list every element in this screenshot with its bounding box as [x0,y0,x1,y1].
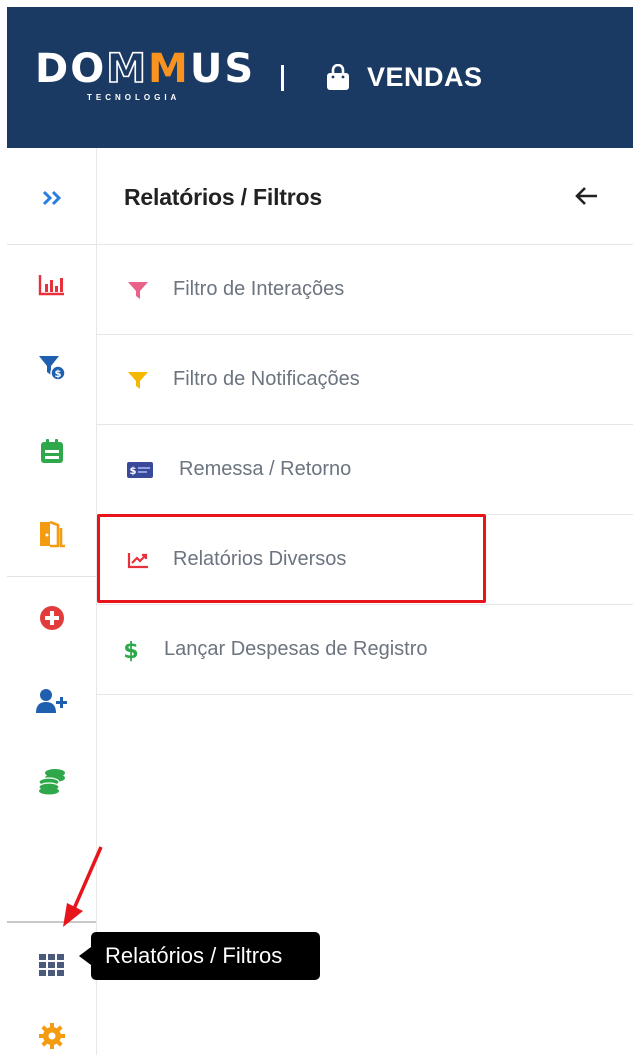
menu-item-lancar-despesas[interactable]: $ Lançar Despesas de Registro [97,605,633,695]
panel-title: Relatórios / Filtros [124,184,322,210]
sidebar-item-finance[interactable] [7,761,96,801]
menu-item-label: Filtro de Notificações [173,368,360,390]
gear-icon [38,1023,65,1049]
menu-item-label: Lançar Despesas de Registro [164,638,428,660]
dommus-logo: DO M M US TECNOLOGIA [35,46,256,102]
back-button[interactable] [567,180,607,212]
sidebar-item-filter-money[interactable]: $ [7,347,96,387]
tooltip-arrow [79,947,91,965]
filter-icon [126,368,150,392]
door-exit-icon [39,520,65,548]
menu-item-label: Remessa / Retorno [179,458,352,480]
app-window: DO M M US TECNOLOGIA VENDAS $ Relatórios… [7,7,633,1055]
svg-text:$: $ [123,639,138,662]
menu-item-filtro-notificacoes[interactable]: Filtro de Notificações [97,335,633,425]
line-chart-icon [126,548,150,572]
logo-subtitle: TECNOLOGIA [87,93,181,102]
user-plus-icon [35,689,67,713]
logo-text-hollow: M [105,46,149,92]
calendar-icon [40,439,63,463]
sidebar-separator [7,244,96,245]
tooltip: Relatórios / Filtros [91,932,320,980]
sidebar-item-reports-chart[interactable] [7,265,96,305]
menu-item-relatorios-diversos[interactable]: Relatórios Diversos [97,515,633,605]
svg-text:$: $ [54,369,61,380]
panel-header: Relatórios / Filtros [97,148,633,245]
app-label: VENDAS [367,62,483,92]
sidebar-expand-button[interactable] [7,178,96,218]
menu-item-label: Relatórios Diversos [173,548,347,570]
grid-icon [38,954,64,976]
menu-item-label: Filtro de Interações [173,278,345,300]
money-card-icon: $ [126,458,154,482]
coins-stack-icon [37,769,65,795]
bar-chart-icon [38,275,64,296]
double-chevron-right-icon [42,190,61,206]
sidebar-item-add-user[interactable] [7,681,96,721]
menu-item-remessa-retorno[interactable]: $ Remessa / Retorno [97,425,633,515]
dollar-icon: $ [119,638,143,662]
logo-text-right: US [189,46,256,92]
reports-filters-panel: Relatórios / Filtros Filtro de Interaçõe… [97,148,633,1055]
svg-text:$: $ [130,466,137,477]
shopping-bag-icon [327,63,349,90]
filter-money-icon: $ [38,356,66,381]
logo-divider [281,65,284,91]
annotation-arrow-icon [63,846,103,927]
sidebar-item-calendar[interactable] [7,431,96,471]
sidebar-item-add[interactable] [7,598,96,638]
top-header: DO M M US TECNOLOGIA VENDAS [7,7,633,148]
sidebar-separator [7,576,96,577]
sidebar-item-exit[interactable] [7,514,96,554]
filter-icon [126,278,150,302]
logo-text-accent: M [148,46,190,92]
logo-text-left: DO [35,46,107,92]
sidebar-item-settings[interactable] [7,1016,96,1055]
menu-item-filtro-interacoes[interactable]: Filtro de Interações [97,245,633,335]
tooltip-text: Relatórios / Filtros [105,943,283,968]
arrow-left-icon [575,187,597,205]
plus-circle-icon [39,606,64,630]
app-badge[interactable]: VENDAS [325,62,483,93]
